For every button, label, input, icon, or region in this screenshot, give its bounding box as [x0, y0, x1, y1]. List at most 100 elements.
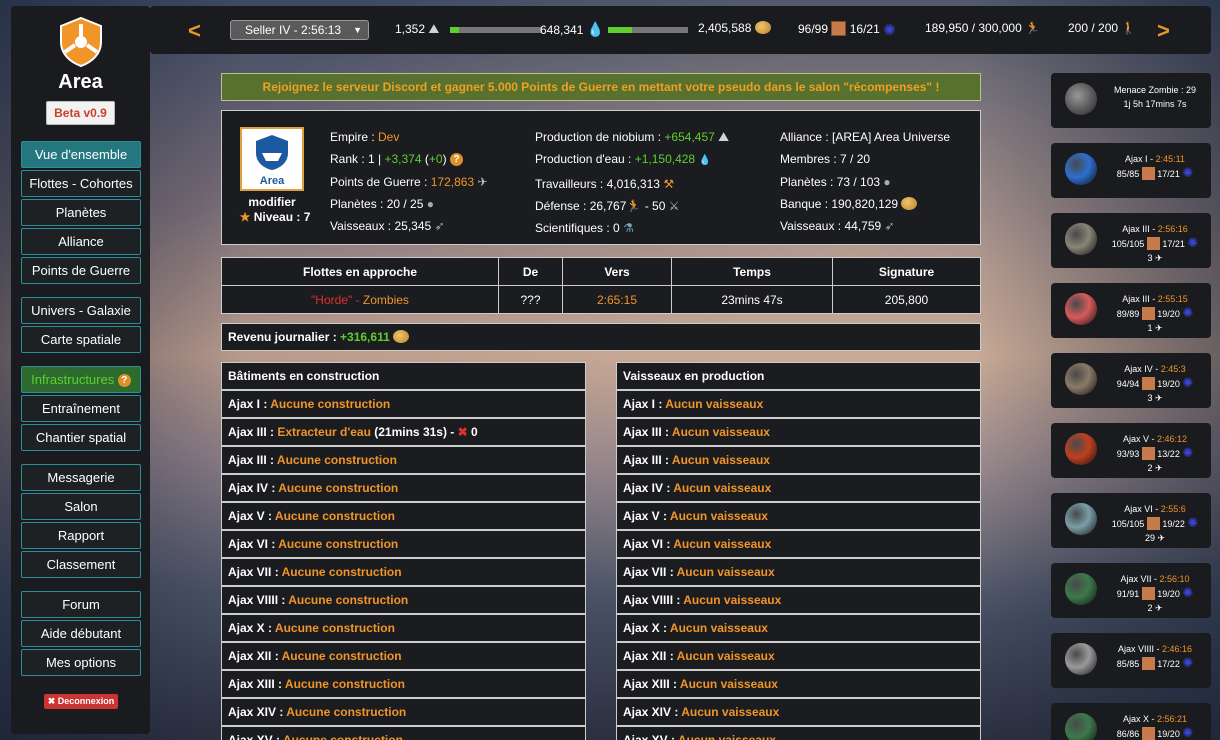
list-item[interactable]: Ajax XII : Aucun vaisseaux: [616, 642, 981, 670]
list-item[interactable]: Ajax XIII : Aucun vaisseaux: [616, 670, 981, 698]
help-icon[interactable]: ?: [449, 153, 463, 167]
status[interactable]: Aucune construction: [285, 677, 405, 691]
empire-name: Dev: [378, 130, 400, 144]
status[interactable]: Aucune construction: [282, 649, 402, 663]
daily-revenue: Revenu journalier : +316,611: [221, 323, 981, 351]
status[interactable]: Aucune construction: [278, 537, 398, 551]
list-item[interactable]: Ajax IV : Aucun vaisseaux: [616, 474, 981, 502]
planet-card[interactable]: Ajax I - 2:45:11 85/85 17/21 ✺: [1051, 143, 1211, 198]
list-item[interactable]: Ajax XV : Aucun vaisseaux: [616, 726, 981, 740]
alliance-name[interactable]: Alliance : [AREA] Area Universe: [780, 126, 950, 148]
list-item[interactable]: Ajax X : Aucun vaisseaux: [616, 614, 981, 642]
nav-ranking[interactable]: Classement: [21, 551, 141, 578]
cancel-icon[interactable]: ✖: [458, 425, 468, 439]
planet-name: Ajax I: [1125, 154, 1148, 164]
nav-planets[interactable]: Planètes: [21, 199, 141, 226]
status[interactable]: Aucune construction: [277, 453, 397, 467]
status[interactable]: Aucune construction: [275, 621, 395, 635]
list-item[interactable]: Ajax VII : Aucune construction: [221, 558, 586, 586]
status[interactable]: Aucune construction: [288, 593, 408, 607]
zombie-threat[interactable]: Menace Zombie : 29 1j 5h 17mins 7s: [1051, 73, 1211, 128]
list-item[interactable]: Ajax III : Aucun vaisseaux: [616, 446, 981, 474]
status[interactable]: Extracteur d'eau: [277, 425, 371, 439]
list-item[interactable]: Ajax I : Aucun vaisseaux: [616, 390, 981, 418]
list-item[interactable]: Ajax III : Extracteur d'eau (21mins 31s)…: [221, 418, 586, 446]
nav-universe[interactable]: Univers - Galaxie: [21, 297, 141, 324]
status[interactable]: Aucun vaisseaux: [680, 677, 778, 691]
planet-card[interactable]: Ajax VII - 2:56:10 91/91 19/20 ✺ 2 ✈: [1051, 563, 1211, 618]
list-item[interactable]: Ajax V : Aucune construction: [221, 502, 586, 530]
status[interactable]: Aucun vaisseaux: [673, 481, 771, 495]
list-item[interactable]: Ajax XIV : Aucun vaisseaux: [616, 698, 981, 726]
planet-card[interactable]: Ajax X - 2:56:21 86/86 19/20 ✺: [1051, 703, 1211, 740]
nav-infrastructures[interactable]: Infrastructures ?: [21, 366, 141, 393]
help-icon[interactable]: ?: [117, 374, 131, 387]
planet-title: Ajax VII - 2:56:10: [1101, 572, 1209, 586]
nav-training[interactable]: Entraînement: [21, 395, 141, 422]
planet-select[interactable]: Seller IV - 2:56:13 ▼: [230, 20, 369, 40]
nav-fleets[interactable]: Flottes - Cohortes: [21, 170, 141, 197]
list-item[interactable]: Ajax III : Aucune construction: [221, 446, 586, 474]
list-item[interactable]: Ajax VIIII : Aucun vaisseaux: [616, 586, 981, 614]
status[interactable]: Aucune construction: [278, 481, 398, 495]
status[interactable]: Aucune construction: [283, 733, 403, 740]
status[interactable]: Aucun vaisseaux: [672, 453, 770, 467]
list-item[interactable]: Ajax XII : Aucune construction: [221, 642, 586, 670]
status[interactable]: Aucun vaisseaux: [678, 733, 776, 740]
fleet-to[interactable]: 2:65:15: [562, 285, 672, 314]
status[interactable]: Aucune construction: [282, 565, 402, 579]
nav-shipyard[interactable]: Chantier spatial: [21, 424, 141, 451]
next-planet-button[interactable]: >: [1157, 18, 1170, 44]
logout-button[interactable]: ✖ Deconnexion: [44, 694, 118, 709]
discord-banner[interactable]: Rejoignez le serveur Discord et gagner 5…: [221, 73, 981, 101]
status[interactable]: Aucun vaisseaux: [670, 509, 768, 523]
status[interactable]: Aucun vaisseaux: [677, 649, 775, 663]
status[interactable]: Aucune construction: [286, 705, 406, 719]
status[interactable]: Aucun vaisseaux: [665, 397, 763, 411]
list-item[interactable]: Ajax XIV : Aucune construction: [221, 698, 586, 726]
prev-planet-button[interactable]: <: [188, 18, 201, 44]
nav-beginner-help[interactable]: Aide débutant: [21, 620, 141, 647]
list-item[interactable]: Ajax IV : Aucune construction: [221, 474, 586, 502]
list-item[interactable]: Ajax X : Aucune construction: [221, 614, 586, 642]
planet-card[interactable]: Ajax III - 2:55:15 89/89 19/20 ✺ 1 ✈: [1051, 283, 1211, 338]
list-item[interactable]: Ajax III : Aucun vaisseaux: [616, 418, 981, 446]
status[interactable]: Aucune construction: [275, 509, 395, 523]
nav-options[interactable]: Mes options: [21, 649, 141, 676]
planet-card[interactable]: Ajax V - 2:46:12 93/93 13/22 ✺ 2 ✈: [1051, 423, 1211, 478]
nav-alliance[interactable]: Alliance: [21, 228, 141, 255]
status[interactable]: Aucun vaisseaux: [683, 593, 781, 607]
planet-card[interactable]: Ajax VIIII - 2:46:16 85/85 17/22 ✺: [1051, 633, 1211, 688]
modify-link[interactable]: modifier: [240, 195, 304, 209]
status[interactable]: Aucun vaisseaux: [673, 537, 771, 551]
fleet-name[interactable]: "Horde" - Zombies: [221, 285, 499, 314]
list-item[interactable]: Ajax I : Aucune construction: [221, 390, 586, 418]
nav-war-points[interactable]: Points de Guerre: [21, 257, 141, 284]
nav-salon[interactable]: Salon: [21, 493, 141, 520]
nav-space-map[interactable]: Carte spatiale: [21, 326, 141, 353]
table-row[interactable]: "Horde" - Zombies ??? 2:65:15 23mins 47s…: [221, 285, 981, 314]
status[interactable]: Aucun vaisseaux: [681, 705, 779, 719]
list-item[interactable]: Ajax VIIII : Aucune construction: [221, 586, 586, 614]
nav-overview[interactable]: Vue d'ensemble: [21, 141, 141, 168]
status[interactable]: Aucune construction: [270, 397, 390, 411]
area-logo[interactable]: Area: [11, 16, 150, 94]
nav-messages[interactable]: Messagerie: [21, 464, 141, 491]
list-item[interactable]: Ajax XIII : Aucune construction: [221, 670, 586, 698]
list-item[interactable]: Ajax VII : Aucun vaisseaux: [616, 558, 981, 586]
list-item[interactable]: Ajax VI : Aucun vaisseaux: [616, 530, 981, 558]
status[interactable]: Aucun vaisseaux: [677, 565, 775, 579]
list-item[interactable]: Ajax V : Aucun vaisseaux: [616, 502, 981, 530]
planet-card[interactable]: Ajax III - 2:56:16 105/105 17/21 ✺ 3 ✈: [1051, 213, 1211, 268]
list-item[interactable]: Ajax VI : Aucune construction: [221, 530, 586, 558]
status[interactable]: Aucun vaisseaux: [672, 425, 770, 439]
planet-card[interactable]: Ajax VI - 2:55:6 105/105 19/22 ✺ 29 ✈: [1051, 493, 1211, 548]
list-item[interactable]: Ajax XV : Aucune construction: [221, 726, 586, 740]
planet-sep: -: [1153, 644, 1162, 654]
planet-sci: 17/21: [1157, 169, 1180, 179]
nav-reports[interactable]: Rapport: [21, 522, 141, 549]
nav-forum[interactable]: Forum: [21, 591, 141, 618]
planet-card[interactable]: Ajax IV - 2:45:3 94/94 19/20 ✺ 3 ✈: [1051, 353, 1211, 408]
status[interactable]: Aucun vaisseaux: [670, 621, 768, 635]
planet-coords: 2:45:3: [1160, 364, 1186, 374]
